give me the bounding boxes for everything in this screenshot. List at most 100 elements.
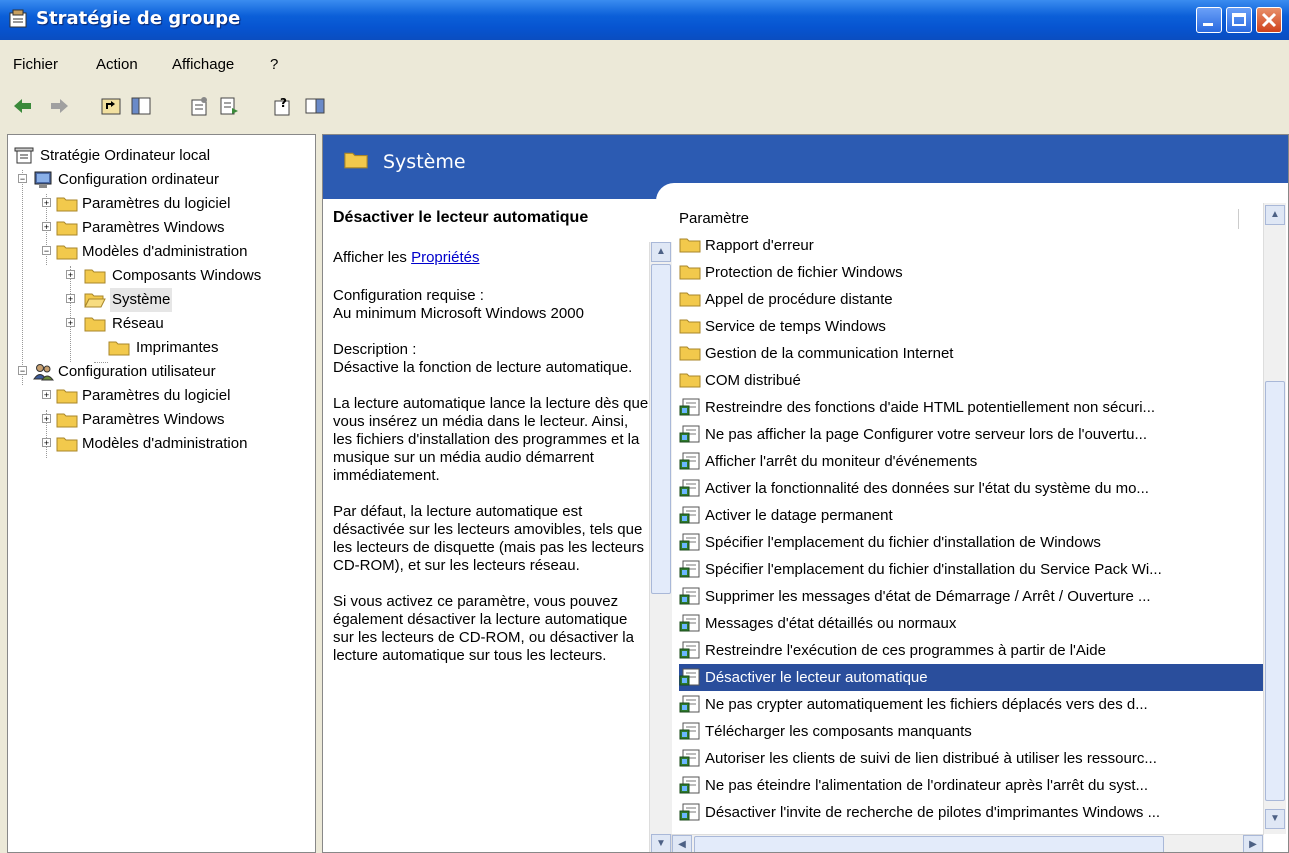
maximize-icon xyxy=(1232,13,1246,26)
list-item[interactable]: Gestion de la communication Internet xyxy=(679,340,1263,367)
header-title: Système xyxy=(383,151,466,173)
folder-icon xyxy=(84,269,106,284)
setting-icon xyxy=(679,398,700,416)
users-icon xyxy=(33,364,54,381)
tree-item-label: Composants Windows xyxy=(112,267,262,284)
expand-icon[interactable]: + xyxy=(42,390,51,400)
list-item[interactable]: Désactiver le lecteur automatique xyxy=(679,664,1263,691)
minimize-button[interactable] xyxy=(1196,7,1222,33)
expand-icon[interactable]: + xyxy=(42,222,51,232)
export-list-icon[interactable] xyxy=(218,95,240,117)
scroll-thumb[interactable] xyxy=(1265,381,1285,801)
help-icon[interactable]: ? xyxy=(272,95,294,117)
back-arrow-icon[interactable] xyxy=(12,95,34,117)
setting-icon xyxy=(679,533,700,551)
expand-icon[interactable]: + xyxy=(42,198,51,208)
menu-action[interactable]: Action xyxy=(96,56,138,73)
forward-arrow-icon[interactable] xyxy=(48,95,70,117)
list-item[interactable]: Ne pas crypter automatiquement les fichi… xyxy=(679,691,1263,718)
list-item[interactable]: COM distribué xyxy=(679,367,1263,394)
expand-icon[interactable]: + xyxy=(42,414,51,424)
list-item-label: Restreindre des fonctions d'aide HTML po… xyxy=(705,399,1156,416)
details-pane: Système Désactiver le lecteur automatiqu… xyxy=(322,134,1289,853)
policy-scroll-icon xyxy=(14,147,34,164)
title-bar: Stratégie de groupe xyxy=(0,0,1289,40)
menu-fichier[interactable]: Fichier xyxy=(13,56,58,73)
list-item[interactable]: Autoriser les clients de suivi de lien d… xyxy=(679,745,1263,772)
list-item[interactable]: Appel de procédure distante xyxy=(679,286,1263,313)
list-item[interactable]: Restreindre des fonctions d'aide HTML po… xyxy=(679,394,1263,421)
show-properties-line: Afficher les Propriétés xyxy=(333,249,480,266)
list-item[interactable]: Spécifier l'emplacement du fichier d'ins… xyxy=(679,529,1263,556)
scroll-thumb[interactable] xyxy=(651,264,671,594)
header-tab xyxy=(656,183,1288,207)
folder-icon xyxy=(679,373,701,388)
toolbar: ? xyxy=(0,91,1289,121)
menu-affichage[interactable]: Affichage xyxy=(172,56,234,73)
list-item[interactable]: Désactiver l'invite de recherche de pilo… xyxy=(679,799,1263,826)
scroll-up-icon[interactable]: ▲ xyxy=(651,242,671,262)
list-item-label: Messages d'état détaillés ou normaux xyxy=(705,615,957,632)
setting-icon xyxy=(679,587,700,605)
list-item-label: Autoriser les clients de suivi de lien d… xyxy=(705,750,1157,767)
list-item[interactable]: Messages d'état détaillés ou normaux xyxy=(679,610,1263,637)
list-item[interactable]: Rapport d'erreur xyxy=(679,232,1263,259)
collapse-icon[interactable]: − xyxy=(42,246,51,256)
collapse-icon[interactable]: − xyxy=(18,366,27,376)
folder-icon xyxy=(679,238,701,253)
expand-icon[interactable]: + xyxy=(66,294,75,304)
action-pane-icon[interactable] xyxy=(304,95,326,117)
setting-icon xyxy=(679,776,700,794)
list-item-label: Spécifier l'emplacement du fichier d'ins… xyxy=(705,534,1101,551)
list-horizontal-scrollbar[interactable]: ◀ ▶ xyxy=(671,834,1264,852)
tree-item-label: Configuration ordinateur xyxy=(58,171,219,188)
description-block: Description : Désactive la fonction de le… xyxy=(333,341,633,376)
minimize-icon xyxy=(1203,23,1213,26)
menu-help[interactable]: ? xyxy=(270,56,278,73)
tree-item-label: Paramètres Windows xyxy=(82,219,225,236)
setting-icon xyxy=(679,641,700,659)
column-parametre: Paramètre xyxy=(679,210,750,227)
list-item[interactable]: Service de temps Windows xyxy=(679,313,1263,340)
svg-text:?: ? xyxy=(280,96,287,110)
folder-icon xyxy=(84,317,106,332)
list-item[interactable]: Ne pas afficher la page Configurer votre… xyxy=(679,421,1263,448)
expand-icon[interactable]: + xyxy=(66,270,75,280)
list-item[interactable]: Supprimer les messages d'état de Démarra… xyxy=(679,583,1263,610)
list-item[interactable]: Restreindre l'exécution de ces programme… xyxy=(679,637,1263,664)
list-item-label: Désactiver l'invite de recherche de pilo… xyxy=(705,804,1161,821)
list-item[interactable]: Protection de fichier Windows xyxy=(679,259,1263,286)
expand-icon[interactable]: + xyxy=(42,438,51,448)
folder-icon xyxy=(56,389,78,404)
properties-link[interactable]: Propriétés xyxy=(411,249,479,266)
scroll-up-icon[interactable]: ▲ xyxy=(1265,205,1285,225)
maximize-button[interactable] xyxy=(1226,7,1252,33)
setting-icon xyxy=(679,560,700,578)
show-hide-tree-icon[interactable] xyxy=(130,95,152,117)
list-item[interactable]: Activer la fonctionnalité des données su… xyxy=(679,475,1263,502)
scroll-thumb[interactable] xyxy=(694,836,1164,852)
up-folder-icon[interactable] xyxy=(100,95,122,117)
close-button[interactable] xyxy=(1256,7,1282,33)
list-item[interactable]: Afficher l'arrêt du moniteur d'événement… xyxy=(679,448,1263,475)
description-scrollbar[interactable]: ▲ ▼ xyxy=(649,242,672,852)
list-item[interactable]: Activer le datage permanent xyxy=(679,502,1263,529)
scroll-right-icon[interactable]: ▶ xyxy=(1243,835,1263,852)
scroll-left-icon[interactable]: ◀ xyxy=(672,835,692,852)
folder-icon xyxy=(108,341,130,356)
list-item[interactable]: Télécharger les composants manquants xyxy=(679,718,1263,745)
requirements: Configuration requise : Au minimum Micros… xyxy=(333,287,584,322)
list-scrollbar[interactable]: ▲ ▼ xyxy=(1263,203,1286,834)
expand-icon[interactable]: + xyxy=(66,318,75,328)
setting-icon xyxy=(679,425,700,443)
collapse-icon[interactable]: − xyxy=(18,174,27,184)
column-header[interactable]: Paramètre xyxy=(679,207,1239,231)
properties-icon[interactable] xyxy=(188,95,210,117)
list-item[interactable]: Ne pas éteindre l'alimentation de l'ordi… xyxy=(679,772,1263,799)
scroll-down-icon[interactable]: ▼ xyxy=(651,834,671,852)
tree-item-label: Paramètres du logiciel xyxy=(82,387,231,404)
list-item-label: Rapport d'erreur xyxy=(705,237,814,254)
list-item[interactable]: Spécifier l'emplacement du fichier d'ins… xyxy=(679,556,1263,583)
scroll-down-icon[interactable]: ▼ xyxy=(1265,809,1285,829)
setting-icon xyxy=(679,668,700,686)
